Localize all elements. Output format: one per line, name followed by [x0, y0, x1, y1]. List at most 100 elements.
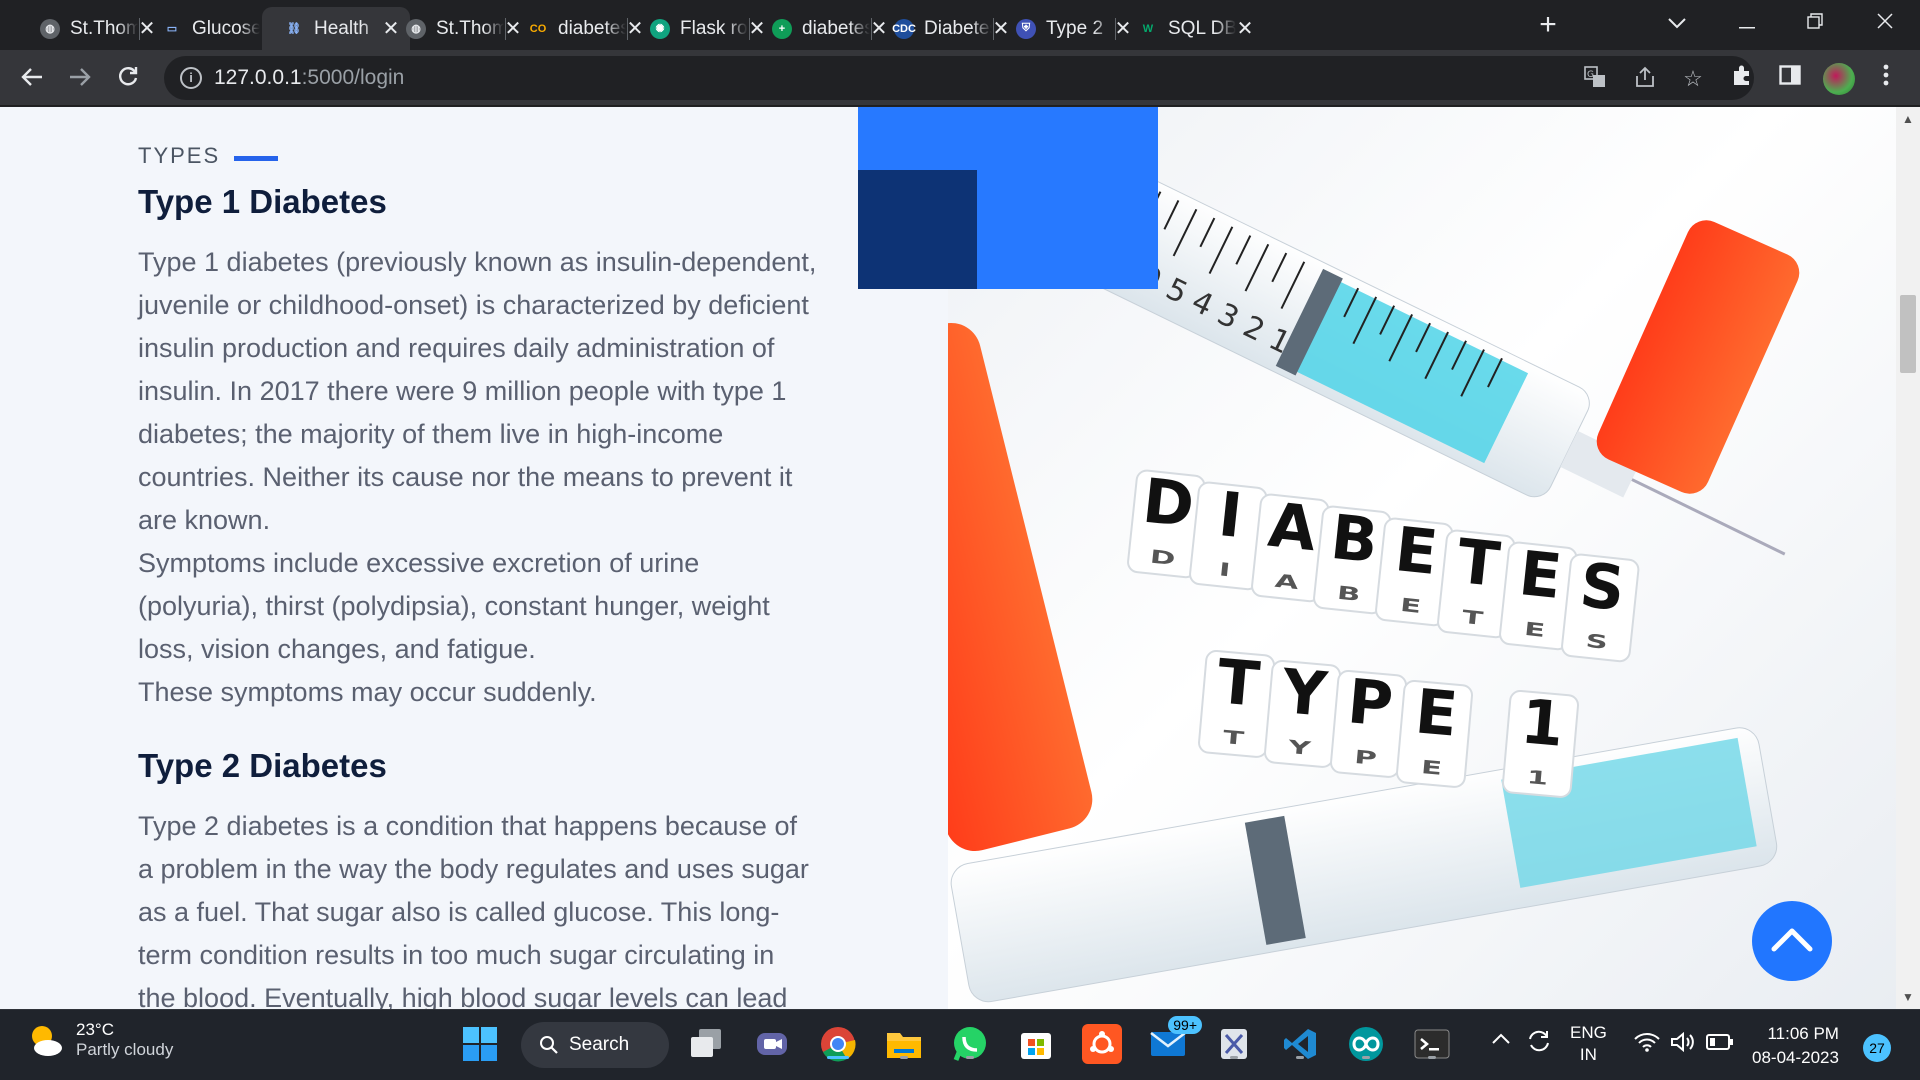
bookmark-star-icon[interactable]: ☆ [1680, 66, 1706, 92]
vscode-icon[interactable] [1280, 1024, 1320, 1064]
tab-search-button[interactable] [1654, 8, 1700, 38]
battery-icon[interactable] [1706, 1034, 1734, 1055]
close-tab-icon[interactable]: ✕ [1236, 16, 1254, 41]
running-indicator [966, 1056, 974, 1059]
notification-badge[interactable]: 27 [1863, 1034, 1891, 1062]
extensions-icon[interactable] [1728, 64, 1756, 92]
tab-title: Type 2 [1046, 17, 1104, 39]
browser-toolbar: i 127.0.0.1:5000/login G ☆ [0, 50, 1920, 106]
svg-text:P: P [1353, 746, 1377, 769]
start-button[interactable] [460, 1024, 500, 1064]
arrow-left-icon [21, 68, 42, 86]
letter-cube: 11 [1502, 686, 1580, 798]
svg-text:E: E [1523, 618, 1546, 641]
scroll-thumb[interactable] [1900, 295, 1916, 373]
browser-tab[interactable]: W SQL DB ✕ [1116, 7, 1264, 50]
mail-icon[interactable]: 99+ [1148, 1016, 1202, 1064]
letter-cube: YY [1264, 656, 1342, 768]
wifi-icon[interactable] [1634, 1032, 1660, 1057]
svg-text:T: T [1461, 606, 1485, 629]
taskbar-search[interactable]: Search [521, 1022, 669, 1068]
microsoft-store-icon[interactable] [1016, 1024, 1056, 1064]
site-info-icon[interactable]: i [180, 67, 202, 89]
translate-icon[interactable]: G [1582, 66, 1608, 92]
forward-button[interactable] [64, 62, 96, 94]
share-icon[interactable] [1632, 66, 1658, 92]
tab-title: St.Thomas [70, 17, 138, 39]
tab-separator [749, 18, 750, 40]
task-view-icon[interactable] [686, 1024, 726, 1064]
type2-description: Type 2 diabetes is a condition that happ… [138, 811, 809, 1009]
language-indicator[interactable]: ENG IN [1570, 1022, 1607, 1066]
arduino-icon[interactable] [1346, 1024, 1386, 1064]
running-indicator [1428, 1056, 1436, 1059]
tab-title: Health [314, 17, 369, 39]
svg-text:A: A [1265, 490, 1320, 566]
svg-text:G: G [1587, 70, 1594, 80]
page-scrollbar[interactable]: ▲ ▼ [1896, 107, 1920, 1009]
letter-cubes-type: TTYYPPEE11 [1198, 646, 1580, 798]
globe-icon: ◍ [406, 18, 426, 39]
minimize-button[interactable] [1724, 8, 1770, 38]
svg-text:E: E [1412, 676, 1460, 750]
sheets-icon: + [772, 18, 792, 39]
tab-separator [993, 18, 994, 40]
w3-icon: W [1142, 22, 1154, 35]
type1-heading: Type 1 Diabetes [138, 183, 387, 220]
volume-icon[interactable] [1670, 1031, 1696, 1057]
tab-separator [627, 18, 628, 40]
back-to-top-button[interactable] [1752, 901, 1832, 981]
tab-title: SQL DB [1168, 17, 1236, 39]
sync-icon[interactable] [1526, 1028, 1552, 1059]
reload-icon [119, 67, 138, 86]
colab-icon: CO [529, 22, 547, 35]
weather-widget[interactable]: 23°C Partly cloudy [26, 1020, 173, 1060]
svg-text:I: I [1218, 559, 1232, 581]
link-icon: ⛓ [287, 23, 301, 35]
letter-cube: SS [1561, 550, 1640, 663]
svg-text:Y: Y [1278, 656, 1330, 731]
ubuntu-icon[interactable] [1082, 1024, 1122, 1064]
new-tab-button[interactable]: + [1536, 10, 1560, 40]
tab-separator [139, 18, 140, 40]
svg-text:B: B [1336, 582, 1361, 605]
svg-text:E: E [1516, 538, 1565, 613]
chevron-down-icon [1668, 18, 1686, 29]
svg-text:A: A [1274, 570, 1300, 594]
address-bar[interactable]: i 127.0.0.1:5000/login G ☆ [164, 56, 1754, 100]
teams-chat-icon[interactable] [752, 1024, 792, 1064]
terminal-icon[interactable] [1412, 1024, 1452, 1064]
cdc-icon: CDC [892, 18, 916, 39]
svg-text:T: T [1222, 726, 1246, 749]
scroll-down-arrow[interactable]: ▼ [1900, 989, 1916, 1005]
svg-text:D: D [1149, 546, 1176, 570]
whatsapp-icon[interactable] [950, 1024, 990, 1064]
restore-button[interactable] [1792, 8, 1838, 38]
close-window-button[interactable] [1862, 8, 1908, 38]
tab-separator [1115, 18, 1116, 40]
svg-text:D: D [1139, 466, 1197, 542]
running-indicator [1296, 1056, 1304, 1059]
back-button[interactable] [16, 62, 48, 94]
svg-text:E: E [1399, 594, 1422, 617]
url-text[interactable]: 127.0.0.1:5000/login [214, 66, 404, 90]
windows-taskbar: 23°C Partly cloudy Search 99+ ENG IN 11:… [0, 1009, 1920, 1080]
letter-cube: TT [1198, 646, 1276, 758]
globe-icon: ◍ [40, 18, 60, 39]
reload-button[interactable] [112, 62, 144, 94]
svg-text:T: T [1454, 526, 1503, 601]
weather-temperature: 23°C [76, 1020, 114, 1039]
show-hidden-icons-button[interactable] [1492, 1030, 1510, 1050]
file-explorer-icon[interactable] [884, 1024, 924, 1064]
chrome-taskbar-icon[interactable] [818, 1024, 858, 1064]
side-panel-icon[interactable] [1776, 64, 1804, 92]
tab-title: Flask rout [680, 17, 748, 39]
snipping-tool-icon[interactable] [1214, 1024, 1254, 1064]
scroll-up-arrow[interactable]: ▲ [1900, 111, 1916, 127]
letter-cubes-diabetes: DDIIAABBEETTEESS [1127, 466, 1640, 663]
running-indicator [827, 1056, 849, 1059]
system-clock[interactable]: 11:06 PM 08-04-2023 [1752, 1022, 1839, 1070]
menu-icon[interactable] [1872, 64, 1900, 92]
profile-avatar[interactable] [1823, 63, 1855, 95]
chat-icon: ▭ [166, 23, 178, 35]
